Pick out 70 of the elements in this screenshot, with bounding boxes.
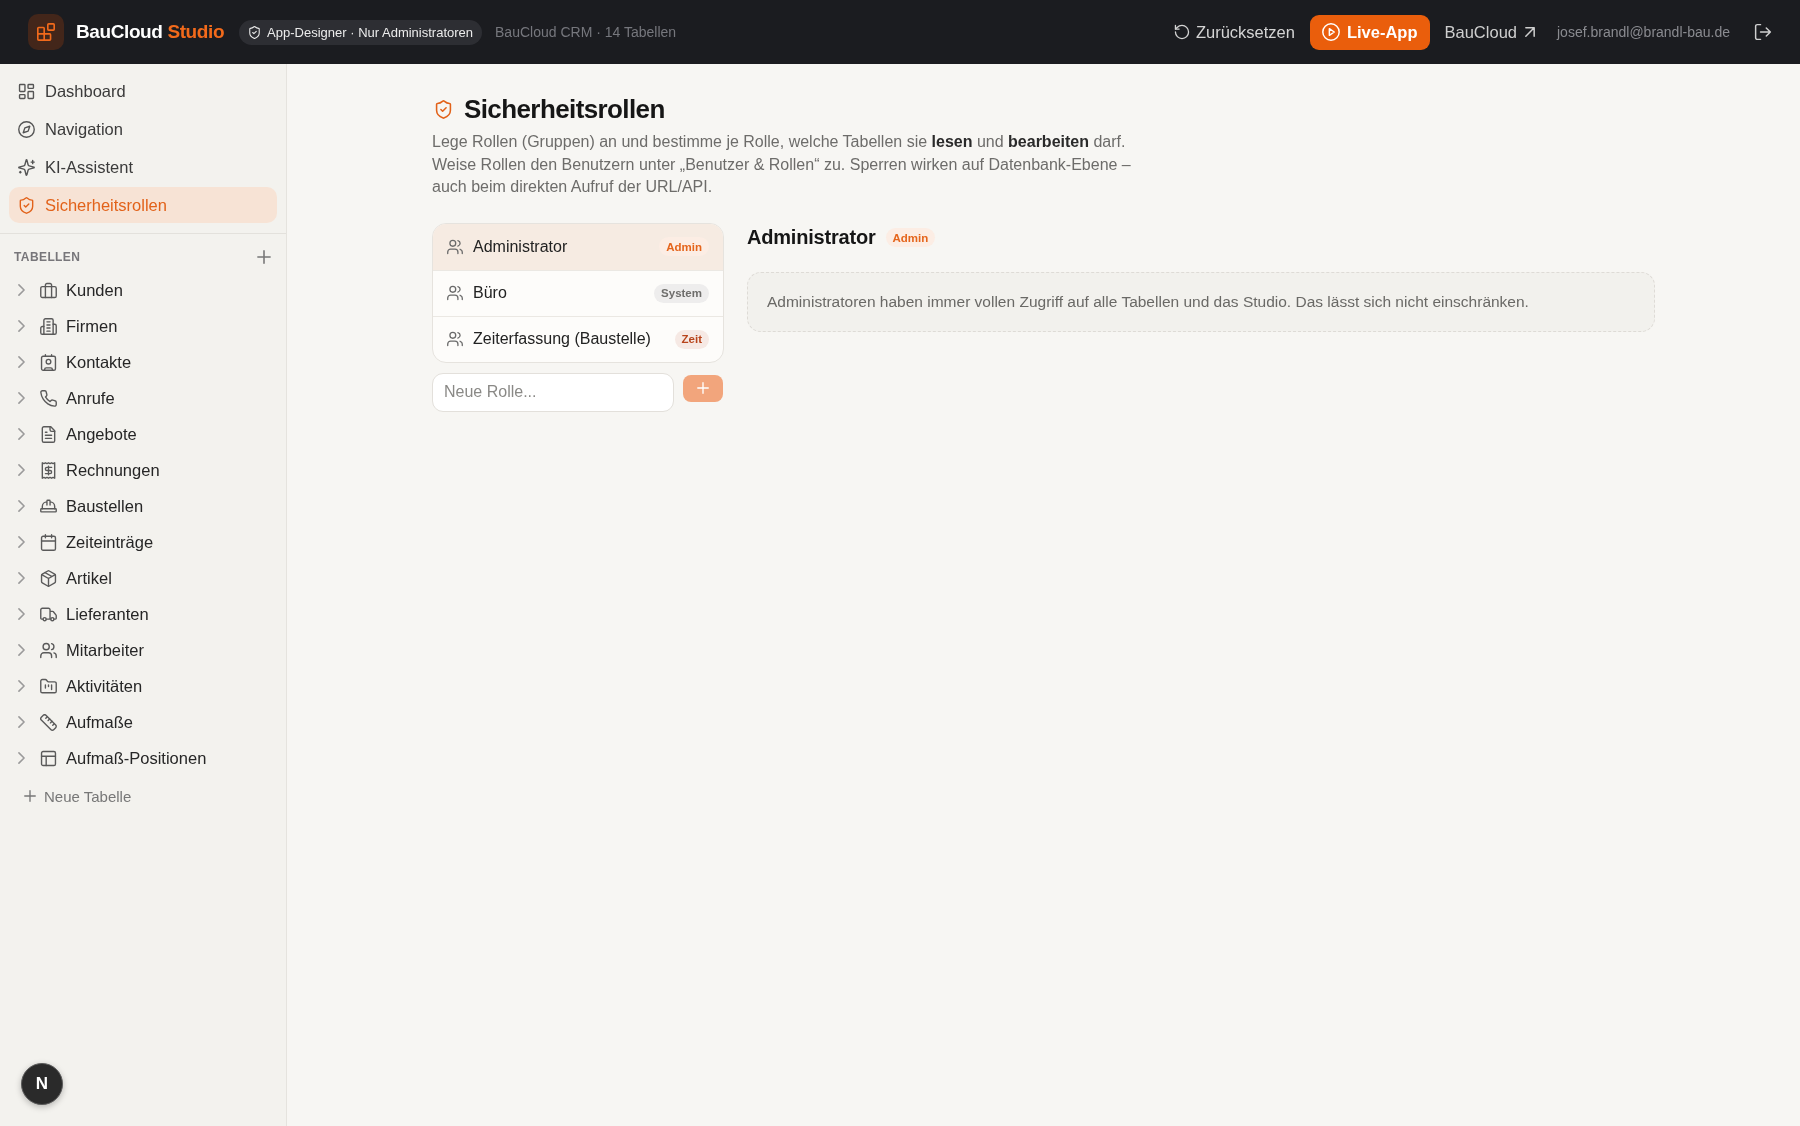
plus-icon: [24, 790, 36, 802]
plus-icon: [257, 250, 271, 264]
shield-check-icon: [434, 99, 453, 119]
sparkles-icon: [18, 158, 35, 176]
new-table-button[interactable]: Neue Tabelle: [20, 781, 136, 811]
table-icon: [40, 749, 57, 767]
role-tag: Admin: [885, 228, 936, 247]
truck-icon: [40, 605, 57, 623]
sidebar-item[interactable]: Baustellen: [9, 488, 277, 524]
document-icon: [40, 425, 57, 443]
receipt-icon: [40, 461, 57, 479]
compass-icon: [18, 120, 35, 138]
box-icon: [40, 569, 57, 587]
role-title: Administrator: [747, 226, 876, 249]
building-icon: [40, 317, 57, 335]
people-icon: [447, 238, 463, 255]
calendar-icon: [40, 533, 57, 551]
sidebar-item[interactable]: Aktivitäten: [9, 668, 277, 704]
sidebar-item[interactable]: KI-Assistent: [9, 149, 277, 185]
phone-icon: [40, 389, 57, 407]
role-tag: Zeit: [674, 329, 709, 349]
sidebar-item[interactable]: Kontakte: [9, 344, 277, 380]
role-item[interactable]: Zeiterfassung (Baustelle) Zeit: [433, 315, 723, 362]
plus-icon: [697, 382, 709, 394]
app-name: BauCloud Studio: [76, 21, 225, 43]
sidebar-item[interactable]: Kunden: [9, 272, 277, 308]
role-tag: Admin: [659, 237, 709, 256]
external-link[interactable]: BauCloud: [1444, 22, 1535, 42]
ruler-icon: [40, 713, 57, 731]
sidebar-item[interactable]: Zeiteinträge: [9, 524, 277, 560]
people-icon: [447, 331, 463, 347]
rotate-left-icon: [1173, 24, 1190, 40]
logout-button[interactable]: [1754, 23, 1772, 41]
add-table-button[interactable]: [257, 250, 271, 264]
mode-label: App-Designer · Nur Administratoren: [267, 24, 474, 40]
info-notice: Administratoren haben immer vollen Zugriff auf alle Tabellen und das Studio. Das lässt sich nicht einschränken.: [747, 271, 1655, 332]
sidebar-item[interactable]: Dashboard: [9, 73, 277, 109]
sidebar-item[interactable]: Anrufe: [9, 380, 277, 416]
sidebar-item[interactable]: Angebote: [9, 416, 277, 452]
user-email: josef.brandl@brandl-bau.de: [1557, 24, 1730, 40]
page-description: Lege Rollen (Gruppen) an und bestimme je Rolle, welche Tabellen sie lesen und bearbeiten darf. Weise Rollen den Benutzern unter „Benutzer & Rollen“ zu. Sperren wirken auf Datenbank-Ebene – auch beim direkten Aufruf der URL/API.: [432, 132, 1132, 197]
shield-check-icon: [248, 25, 262, 39]
logout-icon: [1754, 23, 1772, 41]
arrow-up-right-icon: [1525, 27, 1535, 37]
role-item[interactable]: Büro System: [433, 269, 723, 316]
role-name-field[interactable]: Neue Rolle...: [432, 372, 674, 412]
logo-icon: [28, 14, 64, 50]
sidebar-item[interactable]: Aufmaß-Positionen: [9, 740, 277, 776]
briefcase-icon: [40, 281, 57, 299]
play-circle-icon: [1321, 23, 1340, 41]
role-tag: System: [654, 283, 709, 303]
folder-icon: [40, 677, 57, 695]
reset-button[interactable]: Zurücksetzen: [1173, 22, 1295, 42]
role-item[interactable]: Administrator Admin: [433, 223, 723, 270]
sidebar-item[interactable]: Artikel: [9, 560, 277, 596]
page-title: Sicherheitsrollen: [464, 93, 665, 125]
sidebar-item[interactable]: Navigation: [9, 111, 277, 147]
people-icon: [447, 285, 463, 301]
contact-card-icon: [40, 353, 57, 371]
sidebar-item[interactable]: Lieferanten: [9, 596, 277, 632]
project-info: BauCloud CRM · 14 Tabellen: [495, 24, 677, 40]
grid-icon: [18, 82, 35, 100]
hard-hat-icon: [40, 497, 57, 515]
sidebar-item[interactable]: Rechnungen: [9, 452, 277, 488]
sidebar-item[interactable]: Aufmaße: [9, 704, 277, 740]
sidebar-item[interactable]: Firmen: [9, 308, 277, 344]
people-icon: [40, 641, 57, 659]
sidebar-item[interactable]: Mitarbeiter: [9, 632, 277, 668]
section-heading: TABELLEN: [14, 250, 81, 264]
shield-check-icon: [18, 196, 35, 214]
